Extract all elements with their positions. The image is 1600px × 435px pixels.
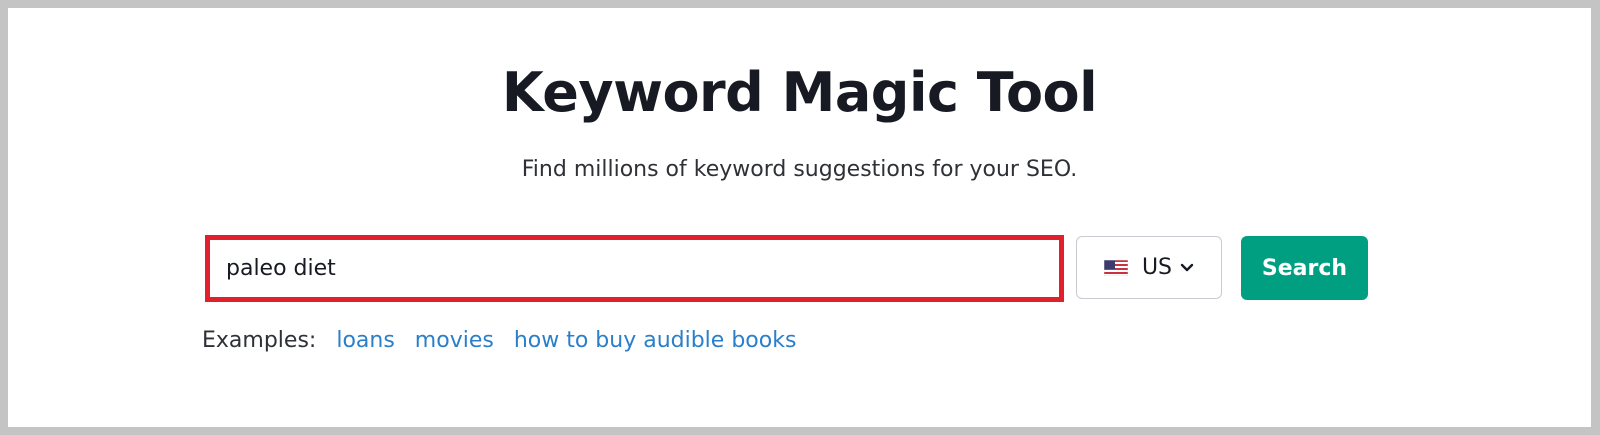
us-flag-icon — [1103, 259, 1128, 276]
country-select[interactable]: US — [1076, 236, 1222, 299]
examples-label: Examples: — [202, 327, 317, 353]
example-link-how-to-buy-audible-books[interactable]: how to buy audible books — [514, 328, 797, 353]
search-button[interactable]: Search — [1241, 236, 1368, 300]
examples-row: Examples: loans movies how to buy audibl… — [202, 324, 816, 356]
example-link-movies[interactable]: movies — [415, 328, 494, 353]
page-title: Keyword Magic Tool — [501, 61, 1098, 124]
chevron-down-icon — [1180, 263, 1194, 271]
keyword-search-input[interactable] — [210, 240, 1059, 297]
keyword-search-field — [205, 235, 1064, 302]
country-select-label: US — [1141, 255, 1173, 280]
page-subtitle: Find millions of keyword suggestions for… — [521, 157, 1078, 182]
page-frame: Keyword Magic Tool Find millions of keyw… — [8, 8, 1591, 427]
example-link-loans[interactable]: loans — [336, 328, 394, 353]
